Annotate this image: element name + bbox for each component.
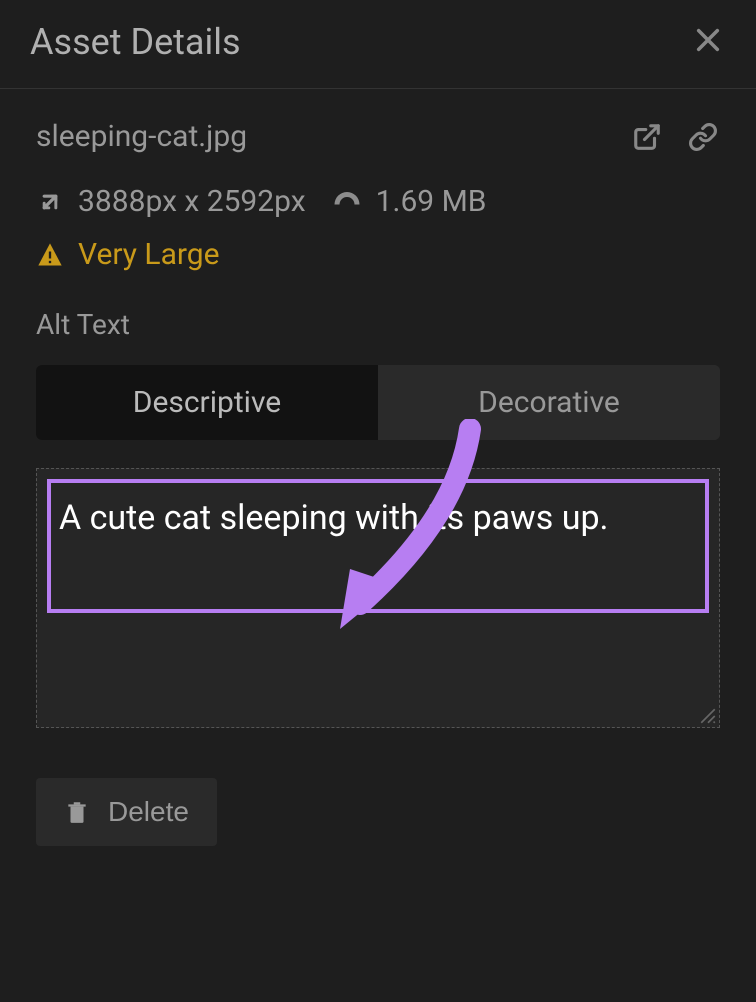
panel-footer: Delete (36, 778, 720, 846)
alt-text-label: Alt Text (36, 308, 720, 341)
resize-handle-icon[interactable] (699, 707, 717, 725)
trash-icon (64, 799, 90, 825)
gauge-icon (332, 187, 362, 217)
close-button[interactable] (690, 20, 726, 64)
asset-dimensions: 3888px x 2592px (78, 184, 306, 219)
panel-title: Asset Details (30, 21, 241, 63)
asset-filesize: 1.69 MB (376, 184, 487, 219)
asset-details-panel: Asset Details sleeping-cat.jpg (0, 0, 756, 1002)
close-icon (694, 26, 722, 54)
alt-text-highlight (47, 479, 709, 613)
dimensions-icon (36, 188, 64, 216)
external-link-icon (632, 122, 662, 152)
open-external-button[interactable] (632, 122, 662, 152)
delete-button[interactable]: Delete (36, 778, 217, 846)
filename-row: sleeping-cat.jpg (36, 119, 720, 154)
delete-button-label: Delete (108, 796, 189, 828)
tab-decorative[interactable]: Decorative (378, 365, 720, 440)
panel-content: sleeping-cat.jpg (0, 89, 756, 1002)
asset-filename: sleeping-cat.jpg (36, 119, 247, 154)
alt-text-container (36, 468, 720, 728)
copy-link-button[interactable] (686, 122, 720, 152)
dimensions-row: 3888px x 2592px 1.69 MB (36, 184, 720, 219)
alt-text-input[interactable] (59, 493, 697, 595)
tab-descriptive[interactable]: Descriptive (36, 365, 378, 440)
size-warning-row: Very Large (36, 237, 720, 272)
alt-text-tabs: Descriptive Decorative (36, 365, 720, 440)
warning-icon (36, 241, 64, 269)
link-icon (686, 122, 720, 152)
size-warning-text: Very Large (78, 237, 220, 272)
panel-header: Asset Details (0, 0, 756, 89)
filename-actions (632, 122, 720, 152)
